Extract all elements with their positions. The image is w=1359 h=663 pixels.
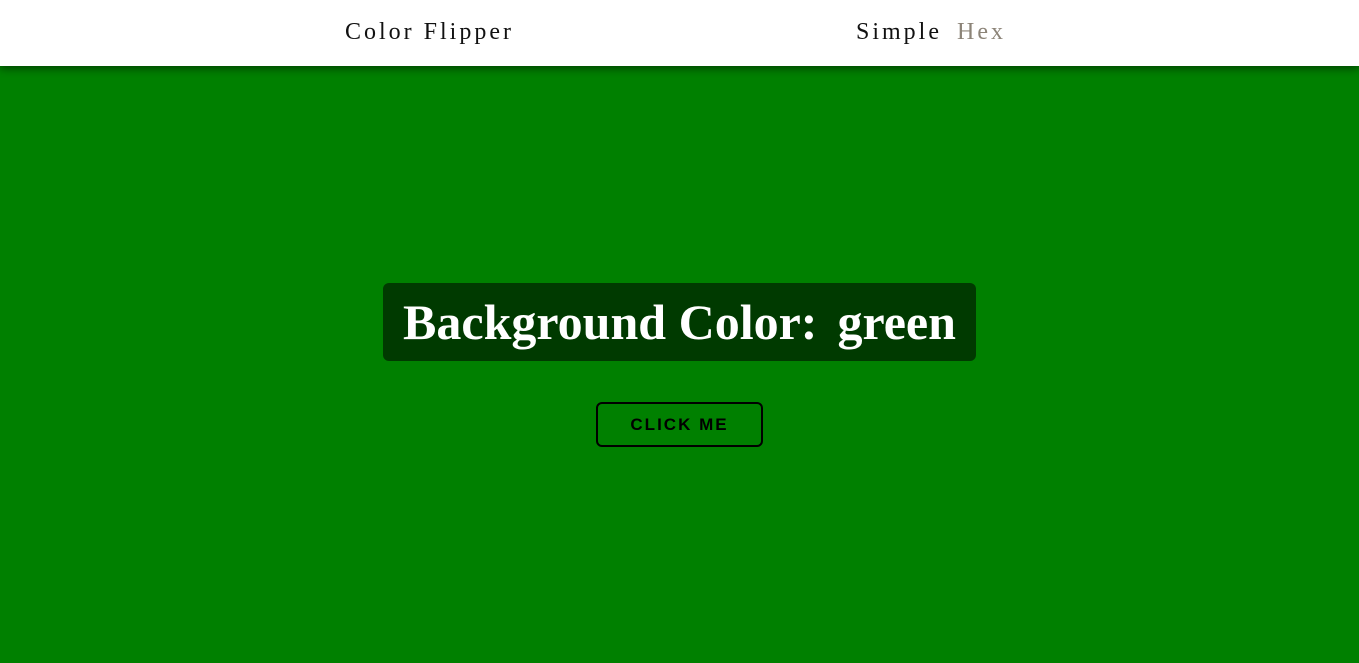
- nav-links: Simple Hex: [856, 18, 1006, 46]
- click-me-button[interactable]: click me: [596, 402, 763, 447]
- background-color-label: Background Color:: [403, 294, 818, 350]
- navbar: Color Flipper Simple Hex: [0, 0, 1359, 66]
- main-content: Background Color: green click me: [0, 66, 1359, 663]
- brand-title[interactable]: Color Flipper: [345, 18, 514, 46]
- nav-link-hex[interactable]: Hex: [957, 18, 1006, 46]
- color-name: green: [837, 294, 956, 350]
- color-banner: Background Color: green: [383, 283, 976, 361]
- nav-link-simple[interactable]: Simple: [856, 18, 942, 46]
